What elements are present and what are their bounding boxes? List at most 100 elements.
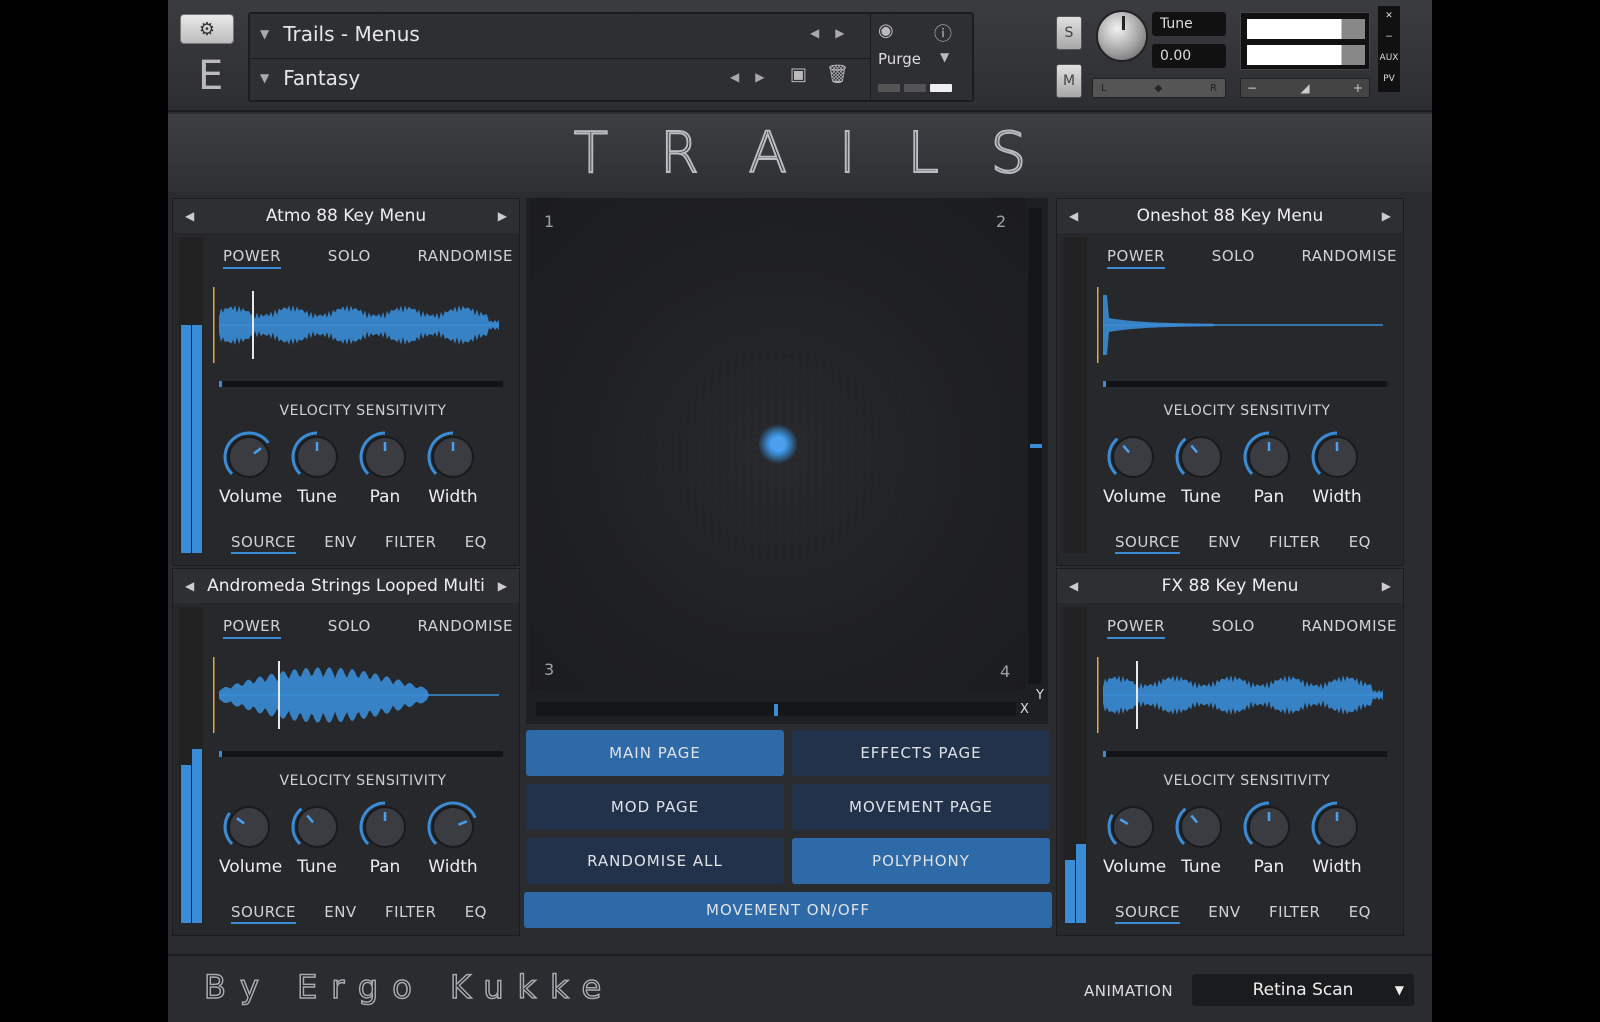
velocity-sensitivity-label[interactable]: VELOCITY SENSITIVITY [213, 773, 513, 789]
width-knob[interactable]: Width [423, 799, 483, 877]
tab-source[interactable]: SOURCE [1115, 533, 1180, 554]
slot-name[interactable]: Atmo 88 Key Menu [266, 206, 426, 226]
volume-knob[interactable]: Volume [1103, 799, 1166, 877]
effects-page-button[interactable]: EFFECTS PAGE [792, 730, 1050, 776]
trash-icon[interactable]: 🗑 [826, 64, 849, 85]
power-toggle[interactable]: POWER [223, 617, 282, 639]
pv-button[interactable]: PV [1378, 69, 1400, 90]
waveform-display[interactable] [1095, 657, 1397, 733]
preset-sub-row[interactable]: ▼ Fantasy [260, 58, 360, 98]
purge-label[interactable]: Purge [878, 50, 921, 68]
width-knob[interactable]: Width [423, 429, 483, 507]
tab-source[interactable]: SOURCE [231, 903, 296, 924]
pan-knob[interactable]: Pan [355, 799, 415, 877]
pan-knob[interactable]: Pan [1239, 429, 1299, 507]
tune-value[interactable]: 0.00 [1152, 44, 1226, 68]
minimize-icon[interactable]: − [1378, 27, 1400, 48]
y-slider[interactable] [1028, 208, 1042, 684]
slot-name[interactable]: Andromeda Strings Looped Multi [207, 576, 485, 596]
waveform-display[interactable] [1095, 287, 1397, 363]
info-icon[interactable]: ⓘ [934, 20, 952, 46]
tab-eq[interactable]: EQ [1349, 533, 1371, 554]
camera-icon[interactable]: ◉ [878, 20, 894, 41]
dropdown-triangle-icon[interactable]: ▼ [260, 27, 269, 41]
slot-name[interactable]: FX 88 Key Menu [1162, 576, 1299, 596]
velocity-sensitivity-label[interactable]: VELOCITY SENSITIVITY [1097, 403, 1397, 419]
tab-eq[interactable]: EQ [465, 533, 487, 554]
tab-filter[interactable]: FILTER [385, 903, 436, 924]
pan-slider[interactable]: L ◆ R [1092, 78, 1226, 98]
velocity-sensitivity-label[interactable]: VELOCITY SENSITIVITY [213, 403, 513, 419]
velocity-sensitivity-label[interactable]: VELOCITY SENSITIVITY [1097, 773, 1397, 789]
randomise-toggle[interactable]: RANDOMISE [1301, 617, 1397, 639]
xy-cursor[interactable] [770, 436, 786, 452]
power-toggle[interactable]: POWER [223, 247, 282, 269]
next-arrow-icon[interactable]: ▶ [1382, 209, 1391, 223]
pan-knob[interactable]: Pan [1239, 799, 1299, 877]
save-icon[interactable]: ▣ [790, 64, 807, 85]
prev-arrow-icon[interactable]: ◀ [185, 579, 194, 593]
slot-name[interactable]: Oneshot 88 Key Menu [1137, 206, 1324, 226]
wrench-icon[interactable]: ⚙ [180, 14, 234, 44]
volume-knob[interactable]: Volume [219, 799, 282, 877]
sample-start-slider[interactable] [219, 751, 503, 757]
randomise-toggle[interactable]: RANDOMISE [417, 247, 513, 269]
tab-filter[interactable]: FILTER [1269, 533, 1320, 554]
tune-knob[interactable]: Tune [287, 429, 347, 507]
tab-env[interactable]: ENV [324, 533, 356, 554]
aux-button[interactable]: AUX [1378, 48, 1400, 69]
power-toggle[interactable]: POWER [1107, 617, 1166, 639]
tab-filter[interactable]: FILTER [385, 533, 436, 554]
randomise-all-button[interactable]: RANDOMISE ALL [526, 838, 784, 884]
x-slider[interactable] [536, 702, 1016, 716]
tab-env[interactable]: ENV [324, 903, 356, 924]
solo-toggle[interactable]: SOLO [1212, 617, 1255, 639]
purge-dropdown-icon[interactable]: ▼ [940, 50, 949, 64]
close-icon[interactable]: ✕ [1378, 6, 1400, 27]
dropdown-triangle-icon[interactable]: ▼ [260, 71, 269, 85]
waveform-display[interactable] [211, 287, 513, 363]
tab-env[interactable]: ENV [1208, 903, 1240, 924]
y-slider-thumb[interactable] [1030, 444, 1042, 448]
waveform-display[interactable] [211, 657, 513, 733]
tune-knob[interactable]: Tune [1171, 429, 1231, 507]
animation-select[interactable]: Retina Scan ▼ [1192, 974, 1414, 1006]
tab-filter[interactable]: FILTER [1269, 903, 1320, 924]
volume-knob[interactable]: Volume [1103, 429, 1166, 507]
x-slider-thumb[interactable] [774, 704, 778, 716]
power-toggle[interactable]: POWER [1107, 247, 1166, 269]
sample-start-slider[interactable] [1103, 751, 1387, 757]
pan-knob[interactable]: Pan [355, 429, 415, 507]
next-arrow-icon[interactable]: ▶ [498, 209, 507, 223]
pan-handle-icon[interactable]: ◆ [1154, 83, 1162, 94]
tab-source[interactable]: SOURCE [231, 533, 296, 554]
tune-knob[interactable] [1096, 10, 1148, 62]
movement-page-button[interactable]: MOVEMENT PAGE [792, 784, 1050, 830]
sample-start-slider[interactable] [219, 381, 503, 387]
tab-env[interactable]: ENV [1208, 533, 1240, 554]
movement-toggle-button[interactable]: MOVEMENT ON/OFF [524, 892, 1052, 928]
next-arrow-icon[interactable]: ▶ [498, 579, 507, 593]
mod-page-button[interactable]: MOD PAGE [526, 784, 784, 830]
next-arrow-icon[interactable]: ▶ [1382, 579, 1391, 593]
prev-arrow-icon[interactable]: ◀ [185, 209, 194, 223]
prev-next-instrument-icon[interactable]: ◀▶ [810, 26, 860, 40]
volume-knob[interactable]: Volume [219, 429, 282, 507]
prev-arrow-icon[interactable]: ◀ [1069, 209, 1078, 223]
polyphony-button[interactable]: POLYPHONY [792, 838, 1050, 884]
sample-start-slider[interactable] [1103, 381, 1387, 387]
solo-toggle[interactable]: SOLO [328, 247, 371, 269]
randomise-toggle[interactable]: RANDOMISE [1301, 247, 1397, 269]
prev-next-snapshot-icon[interactable]: ◀▶ [730, 70, 780, 84]
solo-toggle[interactable]: SOLO [328, 617, 371, 639]
preset-title-row[interactable]: ▼ Trails - Menus [260, 14, 420, 54]
tune-knob[interactable]: Tune [287, 799, 347, 877]
prev-arrow-icon[interactable]: ◀ [1069, 579, 1078, 593]
solo-toggle[interactable]: SOLO [1212, 247, 1255, 269]
main-page-button[interactable]: MAIN PAGE [526, 730, 784, 776]
width-knob[interactable]: Width [1307, 799, 1367, 877]
randomise-toggle[interactable]: RANDOMISE [417, 617, 513, 639]
tab-eq[interactable]: EQ [1349, 903, 1371, 924]
tune-knob[interactable]: Tune [1171, 799, 1231, 877]
dropdown-triangle-icon[interactable]: ▼ [1395, 983, 1404, 997]
